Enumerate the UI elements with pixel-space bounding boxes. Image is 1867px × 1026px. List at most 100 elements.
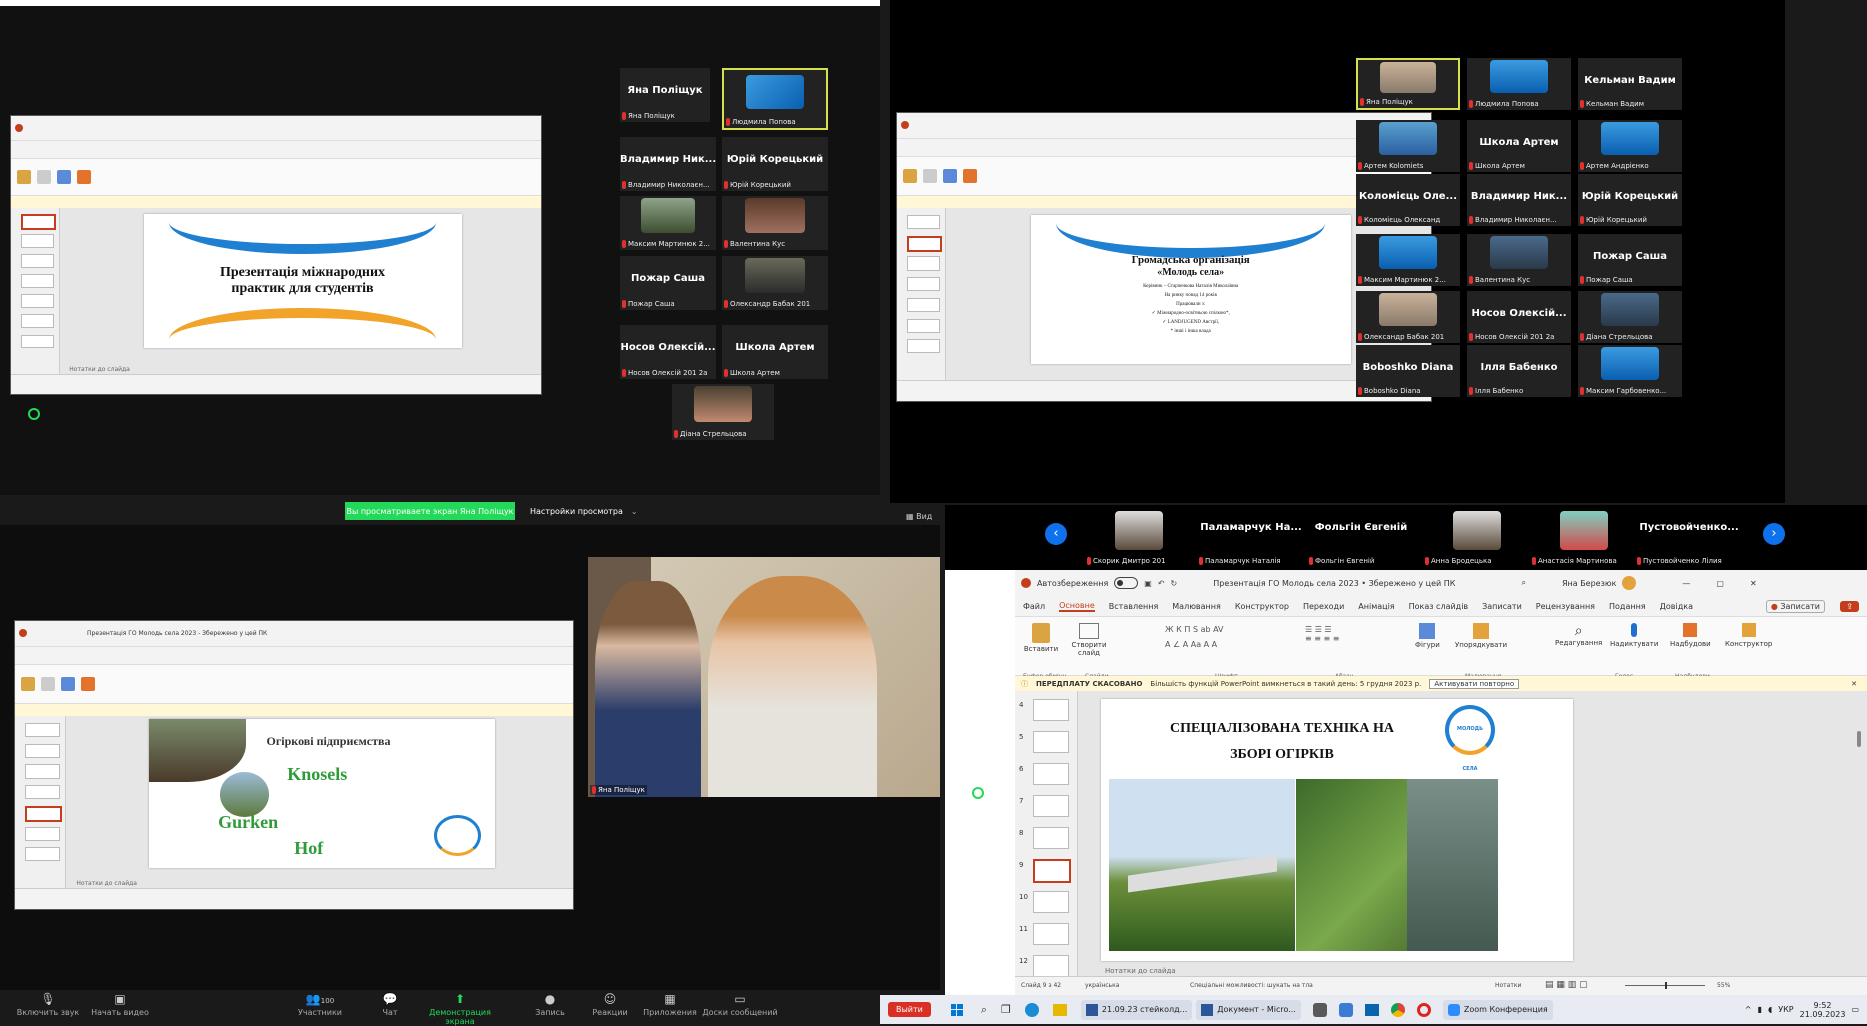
whiteboard-button[interactable]: ▭ Доски сообщений [700,992,780,1017]
shapes-button[interactable]: Фігури [1415,623,1440,649]
menu-file[interactable]: Файл [1023,602,1045,611]
q2-tile[interactable]: Максим Мартинюк 2... [1356,234,1460,286]
view-buttons[interactable]: ▤ ▦ ▥ ▢ [1545,980,1588,990]
editing-button[interactable]: ⌕ Редагування [1555,623,1602,647]
q3-thumbnail-pane[interactable] [15,716,67,889]
q4-thumbnail-pane[interactable]: 4 5 6 7 8 9 10 11 12 [1015,691,1078,977]
close-icon[interactable]: ✕ [1851,680,1857,688]
video-off-button[interactable]: ▣ Начать видео [80,992,160,1017]
store-icon[interactable] [1338,1002,1353,1017]
mic-muted-button[interactable]: 🎙 Включить звук [8,992,88,1017]
q2-tile[interactable]: Яна Поліщук [1356,58,1460,110]
slide-thumbnail[interactable] [1033,795,1069,817]
menu-slideshow[interactable]: Показ слайдів [1409,602,1469,611]
reactivate-button[interactable]: Активувати повторно [1429,679,1520,689]
taskbar-app-zoom[interactable]: Zoom Конференция [1442,999,1553,1020]
chevron-right-icon[interactable]: › [1763,523,1785,545]
menu-transitions[interactable]: Переходи [1303,602,1344,611]
q1-tile[interactable]: Носов Олексій... Носов Олексій 201 2а [620,325,716,379]
app-icon[interactable] [1312,1002,1327,1017]
maximize-icon[interactable]: ▢ [1716,579,1724,588]
menu-insert[interactable]: Вставлення [1109,602,1158,611]
search-icon[interactable]: ⌕ [981,1003,987,1017]
q2-tile[interactable]: Артем Андрієнко [1578,120,1682,172]
slide-thumbnail[interactable] [1033,955,1069,977]
menu-design[interactable]: Конструктор [1235,602,1289,611]
slide-thumbnail[interactable] [1033,891,1069,913]
q4-strip-tile[interactable]: Анна Бродецька [1423,509,1531,567]
avatar[interactable] [1622,576,1637,590]
q2-tile[interactable]: Ілля Бабенко Ілля Бабенко [1467,345,1571,397]
q1-tile[interactable]: Валентина Кус [722,196,828,250]
slide-thumbnail[interactable] [1033,923,1069,945]
q2-tile[interactable]: Валентина Кус [1467,234,1571,286]
q4-strip-tile[interactable]: Пустовойченко... Пустовойченко Лілия [1635,509,1743,567]
taskbar-app-word[interactable]: 21.09.23 стейколд... [1080,999,1193,1020]
q2-tile[interactable]: Кельман Вадим Кельман Вадим [1578,58,1682,110]
menu-animations[interactable]: Анімація [1358,602,1394,611]
slide-thumbnail[interactable] [1033,827,1069,849]
q4-annotate-icon[interactable] [972,787,984,799]
menu-record[interactable]: Записати [1482,602,1522,611]
q1-tile[interactable]: Яна Поліщук Яна Поліщук [620,68,710,122]
opera-icon[interactable] [1416,1002,1431,1017]
q2-tile[interactable]: Владимир Ник... Владимир Николаєн... [1467,174,1571,226]
q2-tile[interactable]: Юрій Корецький Юрій Корецький [1578,174,1682,226]
q1-tile[interactable]: Владимир Ник... Владимир Николаєн... [620,137,716,191]
notifications-icon[interactable]: ▭ [1851,1005,1859,1014]
menu-help[interactable]: Довідка [1660,602,1693,611]
q4-strip-tile[interactable]: Анастасія Мартинова [1530,509,1638,567]
q4-notes[interactable]: Нотатки до слайда [1105,967,1176,975]
share-button[interactable]: ⇪ [1840,600,1859,612]
q2-tile[interactable]: Діана Стрельцова [1578,291,1682,343]
q1-tile[interactable]: Людмила Попова [722,68,828,130]
participants-button[interactable]: 👥100 Участники [280,992,360,1017]
q2-tile[interactable]: Пожар Саша Пожар Саша [1578,234,1682,286]
q1-annotate-icon[interactable] [28,408,40,420]
autosave-toggle[interactable] [1114,577,1139,589]
q2-tile[interactable]: Школа Артем Школа Артем [1467,120,1571,172]
q2-tile[interactable]: Максим Гарбовенко... [1578,345,1682,397]
accessibility-status[interactable]: Спеціальні можливості: шукать на тла [1190,982,1313,989]
view-button[interactable]: ▦ Вид [906,512,932,521]
close-icon[interactable]: ✕ [1750,579,1757,588]
menu-view[interactable]: Подання [1609,602,1646,611]
menu-review[interactable]: Рецензування [1536,602,1595,611]
q1-tile[interactable]: Школа Артем Школа Артем [722,325,828,379]
redo-icon[interactable]: ↻ [1171,579,1178,588]
view-settings-button[interactable]: Настройки просмотра ⌄ [530,502,640,520]
q1-thumbnail-pane[interactable] [11,207,60,375]
q1-tile[interactable]: Максим Мартинюк 2... [620,196,716,250]
language-status[interactable]: українська [1085,982,1119,989]
designer-button[interactable]: Конструктор [1725,623,1772,648]
system-tray[interactable]: ^ ▮ ◖ УКР 9:52 21.09.2023 ▭ [1745,1001,1859,1019]
q4-strip-tile[interactable]: Скорик Дмитро 201 [1085,509,1193,567]
share-screen-button[interactable]: ⬆ Демонстрация экрана [420,992,500,1026]
search-icon[interactable]: ⌕ [1521,578,1525,588]
save-icon[interactable]: ▣ [1144,579,1152,588]
q2-thumbnail-pane[interactable] [897,208,947,381]
q3-notes[interactable]: Нотатки до слайда [76,880,137,887]
chrome-icon[interactable] [1390,1002,1405,1017]
task-view-icon[interactable]: ❐ [1001,1003,1011,1016]
q4-strip-tile[interactable]: Паламарчук На... Паламарчук Наталія [1197,509,1305,567]
q1-tile[interactable]: Олександр Бабак 201 [722,256,828,310]
font-controls[interactable]: Ж К П S ab AV A ∠ A Aa A A [1165,625,1285,655]
exit-button[interactable]: Выйти [888,1002,931,1017]
q2-tile[interactable]: Людмила Попова [1467,58,1571,110]
minimize-icon[interactable]: — [1682,579,1690,588]
q1-notes[interactable]: Нотатки до слайда [69,366,130,373]
chat-button[interactable]: 💬 Чат [350,992,430,1017]
q1-tile[interactable]: Юрій Корецький Юрій Корецький [722,137,828,191]
addins-button[interactable]: Надбудови [1670,623,1711,648]
q2-tile[interactable]: Носов Олексій... Носов Олексій 201 2а [1467,291,1571,343]
q2-tile[interactable]: Коломієць Оле... Коломієць Олександ [1356,174,1460,226]
menu-draw[interactable]: Малювання [1172,602,1221,611]
undo-icon[interactable]: ↶ [1158,579,1165,588]
slide-thumbnail[interactable] [1033,859,1071,883]
record-button[interactable]: ● Записати [1765,599,1825,613]
q4-strip-tile[interactable]: Фольгін Євгеній Фольгін Євгеній [1307,509,1415,567]
dictate-button[interactable]: Надиктувати [1610,623,1658,648]
paragraph-controls[interactable]: ☰ ☰ ☰ ≡ ≡ ≡ ≡ [1305,625,1395,655]
q2-tile[interactable]: Артем Kolomiets [1356,120,1460,172]
